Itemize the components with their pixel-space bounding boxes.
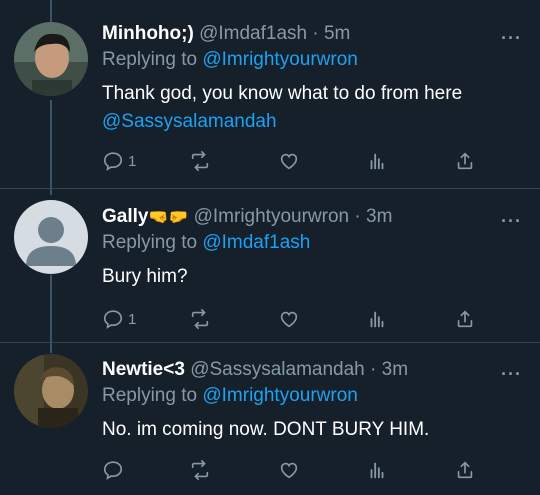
- timestamp[interactable]: 3m: [382, 359, 408, 380]
- tweet-text: Bury him?: [102, 263, 522, 291]
- like-icon: [280, 462, 298, 479]
- timestamp[interactable]: 3m: [366, 206, 392, 227]
- tweet-text-content: Thank god, you know what to do from here: [102, 83, 463, 104]
- reply-count: 1: [128, 152, 137, 170]
- reply-count: 1: [128, 310, 137, 328]
- tweet-text: Thank god, you know what to do from here…: [102, 80, 522, 136]
- more-icon[interactable]: ···: [501, 28, 522, 49]
- replying-to-label: Replying to: [102, 385, 198, 406]
- replying-to: Replying to @Imdaf1ash: [102, 231, 310, 255]
- replying-to-handle[interactable]: @Imrightyourwron: [202, 385, 358, 406]
- retweet-icon: [191, 460, 209, 480]
- replying-to: Replying to @Imrightyourwron: [102, 384, 358, 408]
- analytics-button[interactable]: [366, 456, 388, 484]
- tweet-text-content: Bury him?: [102, 266, 188, 287]
- tweet-mention[interactable]: @Sassysalamandah: [102, 111, 277, 132]
- avatar[interactable]: [14, 354, 88, 428]
- user-photo: [14, 22, 88, 96]
- tweet[interactable]: Newtie<3 @Sassysalamandah · 3m ··· Reply…: [0, 354, 540, 495]
- share-button[interactable]: [454, 305, 476, 333]
- reply-button[interactable]: 1: [102, 305, 136, 333]
- analytics-icon: [370, 462, 384, 479]
- tweet-text: No. im coming now. DONT BURY HIM.: [102, 416, 522, 444]
- like-button[interactable]: [278, 305, 300, 333]
- replying-to-handle[interactable]: @Imrightyourwron: [202, 49, 358, 70]
- replying-to-label: Replying to: [102, 49, 198, 70]
- user-handle[interactable]: @Imrightyourwron: [194, 206, 350, 227]
- tweet-header: Gally🤜🤛 @Imrightyourwron · 3m: [102, 205, 392, 230]
- action-bar: 1: [102, 147, 482, 175]
- action-bar: [102, 456, 482, 484]
- reply-icon: [103, 461, 123, 480]
- share-icon: [457, 310, 473, 328]
- retweet-button[interactable]: [189, 147, 211, 175]
- default-avatar-icon: [14, 200, 88, 274]
- display-name[interactable]: Gally: [102, 206, 148, 227]
- action-bar: 1: [102, 305, 482, 333]
- analytics-icon: [370, 311, 384, 328]
- more-icon[interactable]: ···: [501, 364, 522, 385]
- user-photo: [14, 354, 88, 428]
- tweet-header: Newtie<3 @Sassysalamandah · 3m: [102, 358, 408, 382]
- display-name[interactable]: Newtie<3: [102, 359, 185, 380]
- separator-dot: ·: [354, 206, 361, 227]
- analytics-button[interactable]: [366, 147, 388, 175]
- fist-bump-emoji: 🤜🤛: [148, 209, 189, 226]
- timestamp[interactable]: 5m: [324, 23, 350, 44]
- tweet-header: Minhoho;) @Imdaf1ash · 5m: [102, 22, 350, 46]
- retweet-icon: [191, 151, 209, 171]
- reply-icon: [103, 152, 123, 171]
- analytics-icon: [370, 153, 384, 170]
- retweet-button[interactable]: [189, 456, 211, 484]
- avatar[interactable]: [14, 200, 88, 274]
- like-button[interactable]: [278, 456, 300, 484]
- separator-dot: ·: [370, 359, 377, 380]
- retweet-button[interactable]: [189, 305, 211, 333]
- analytics-button[interactable]: [366, 305, 388, 333]
- reply-button[interactable]: [102, 456, 128, 484]
- like-icon: [280, 153, 298, 170]
- divider: [0, 188, 540, 189]
- avatar[interactable]: [14, 22, 88, 96]
- tweet[interactable]: Gally🤜🤛 @Imrightyourwron · 3m ··· Replyi…: [0, 200, 540, 345]
- tweet[interactable]: Minhoho;) @Imdaf1ash · 5m ··· Replying t…: [0, 22, 540, 197]
- share-icon: [457, 152, 473, 170]
- tweet-text-content: No. im coming now. DONT BURY HIM.: [102, 419, 430, 440]
- like-button[interactable]: [278, 147, 300, 175]
- separator-dot: ·: [312, 23, 319, 44]
- share-button[interactable]: [454, 147, 476, 175]
- thread-line: [50, 0, 52, 22]
- more-icon[interactable]: ···: [501, 211, 522, 232]
- reply-icon: [103, 310, 123, 329]
- like-icon: [280, 311, 298, 328]
- user-handle[interactable]: @Imdaf1ash: [199, 23, 307, 44]
- reply-button[interactable]: 1: [102, 147, 136, 175]
- share-icon: [457, 461, 473, 479]
- replying-to-handle[interactable]: @Imdaf1ash: [202, 232, 310, 253]
- retweet-icon: [191, 309, 209, 329]
- display-name[interactable]: Minhoho;): [102, 23, 194, 44]
- share-button[interactable]: [454, 456, 476, 484]
- replying-to: Replying to @Imrightyourwron: [102, 48, 358, 72]
- replying-to-label: Replying to: [102, 232, 198, 253]
- divider: [0, 342, 540, 343]
- user-handle[interactable]: @Sassysalamandah: [190, 359, 365, 380]
